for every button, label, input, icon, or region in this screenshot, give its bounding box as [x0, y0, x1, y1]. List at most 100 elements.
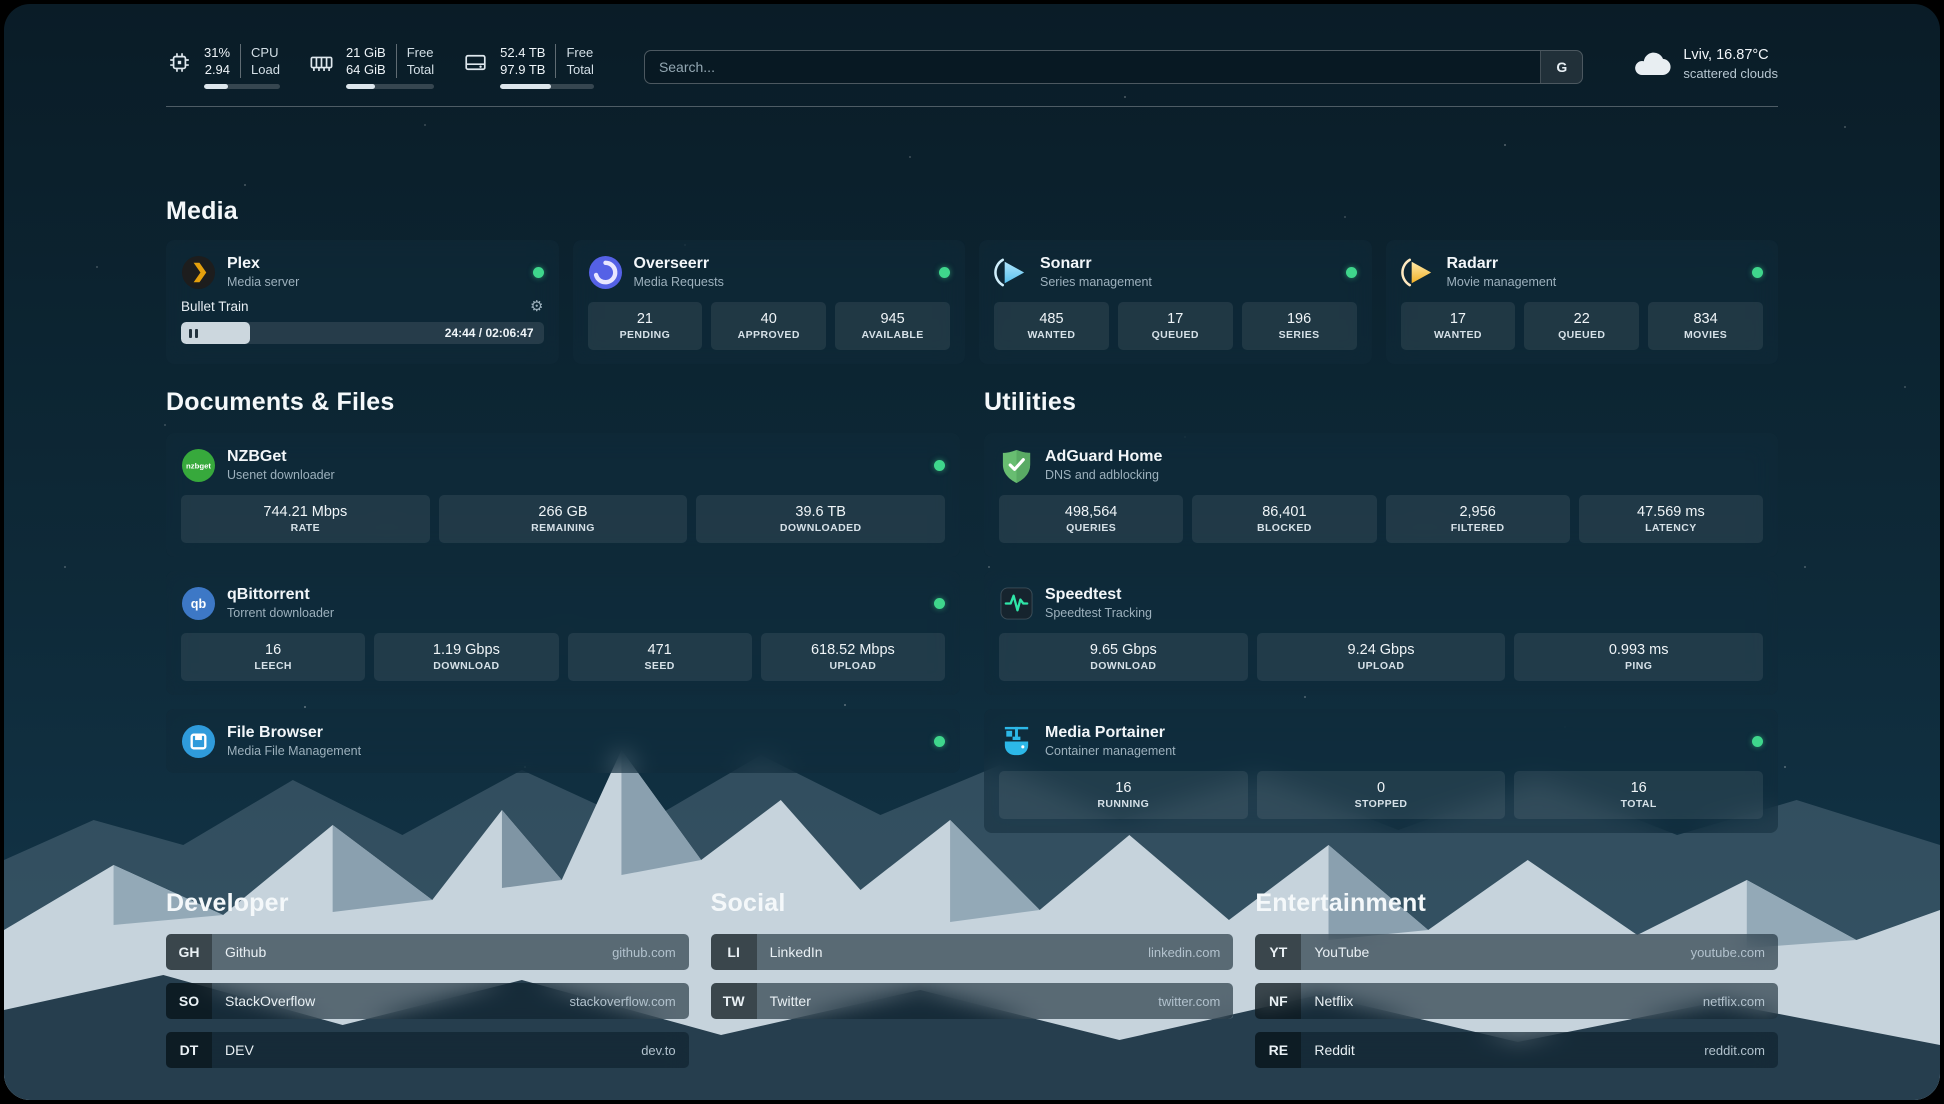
service-name: Speedtest	[1045, 585, 1152, 605]
status-dot	[1752, 736, 1763, 747]
now-playing-title: Bullet Train	[181, 299, 249, 314]
stat-leech: 16 LEECH	[181, 633, 365, 681]
service-card-speedtest[interactable]: Speedtest Speedtest Tracking 9.65 Gbps D…	[984, 571, 1778, 695]
stat-approved: 40 APPROVED	[711, 302, 826, 350]
service-card-radarr[interactable]: Radarr Movie management 17 WANTED 22 QUE…	[1386, 240, 1779, 364]
memory-widget: 21 GiB 64 GiB Free Total	[308, 44, 434, 89]
disk-free-label: Free	[566, 44, 593, 61]
bookmark-twitter[interactable]: TW Twitter twitter.com	[711, 983, 1234, 1019]
disk-total-value: 97.9 TB	[500, 61, 545, 78]
service-card-overseerr[interactable]: Overseerr Media Requests 21 PENDING 40 A…	[573, 240, 966, 364]
stat-series: 196 SERIES	[1242, 302, 1357, 350]
memory-total-value: 64 GiB	[346, 61, 386, 78]
svg-text:nzbget: nzbget	[186, 461, 211, 470]
memory-icon	[308, 49, 335, 76]
playback-time: 24:44 / 02:06:47	[445, 322, 534, 344]
cloud-icon	[1631, 49, 1671, 79]
stat-upload: 9.24 Gbps UPLOAD	[1257, 633, 1506, 681]
topbar: 31% 2.94 CPU Load	[166, 4, 1778, 89]
bookmark-youtube[interactable]: YT YouTube youtube.com	[1255, 934, 1778, 970]
service-card-filebrowser[interactable]: File Browser Media File Management	[166, 709, 960, 773]
cpu-icon	[166, 49, 193, 76]
bookmark-dev[interactable]: DT DEV dev.to	[166, 1032, 689, 1068]
stat-queued: 22 QUEUED	[1524, 302, 1639, 350]
bookmark-name: Netflix	[1314, 993, 1353, 1009]
bookmark-group-entertainment: Entertainment YT YouTube youtube.com NF …	[1255, 889, 1778, 1068]
search-input[interactable]	[645, 59, 1540, 75]
plex-icon	[181, 255, 216, 290]
memory-total-label: Total	[407, 61, 434, 78]
stat-rate: 744.21 Mbps RATE	[181, 495, 430, 543]
bookmark-abbr: YT	[1255, 934, 1301, 970]
service-card-qbittorrent[interactable]: qb qBittorrent Torrent downloader 16 LEE…	[166, 571, 960, 695]
overseerr-icon	[588, 255, 623, 290]
section-title-documents: Documents & Files	[166, 388, 960, 417]
stat-download: 1.19 Gbps DOWNLOAD	[374, 633, 558, 681]
service-name: Overseerr	[634, 254, 724, 274]
section-title-media: Media	[166, 197, 1778, 226]
bookmark-name: YouTube	[1314, 944, 1369, 960]
bookmark-url: twitter.com	[1158, 994, 1220, 1009]
service-description: Media Requests	[634, 274, 724, 290]
stat-total: 16 TOTAL	[1514, 771, 1763, 819]
bookmark-stackoverflow[interactable]: SO StackOverflow stackoverflow.com	[166, 983, 689, 1019]
bookmark-group-social: Social LI LinkedIn linkedin.com TW Twitt…	[711, 889, 1234, 1068]
playback-progress-fill	[181, 322, 250, 344]
status-dot	[939, 267, 950, 278]
search-provider-button[interactable]: G	[1540, 51, 1582, 83]
search-bar[interactable]: G	[644, 50, 1583, 84]
service-name: Media Portainer	[1045, 723, 1176, 743]
status-dot	[934, 460, 945, 471]
service-name: NZBGet	[227, 447, 335, 467]
header-divider	[166, 106, 1778, 107]
service-name: qBittorrent	[227, 585, 334, 605]
memory-progress-track	[346, 84, 434, 89]
disk-progress-track	[500, 84, 594, 89]
service-description: Series management	[1040, 274, 1152, 290]
bookmark-reddit[interactable]: RE Reddit reddit.com	[1255, 1032, 1778, 1068]
service-card-portainer[interactable]: Media Portainer Container management 16 …	[984, 709, 1778, 833]
bookmark-abbr: RE	[1255, 1032, 1301, 1068]
cpu-widget: 31% 2.94 CPU Load	[166, 44, 280, 89]
stat-queued: 17 QUEUED	[1118, 302, 1233, 350]
stat-wanted: 485 WANTED	[994, 302, 1109, 350]
service-description: Speedtest Tracking	[1045, 605, 1152, 621]
bookmark-url: stackoverflow.com	[569, 994, 675, 1009]
documents-column: Documents & Files nzbget NZBGet Usenet d…	[166, 388, 960, 833]
bookmark-abbr: DT	[166, 1032, 212, 1068]
bookmark-github[interactable]: GH Github github.com	[166, 934, 689, 970]
service-description: Usenet downloader	[227, 467, 335, 483]
service-card-sonarr[interactable]: Sonarr Series management 485 WANTED 17 Q…	[979, 240, 1372, 364]
disk-progress-fill	[500, 84, 551, 89]
service-card-nzbget[interactable]: nzbget NZBGet Usenet downloader 744.21 M…	[166, 433, 960, 557]
status-dot	[1346, 267, 1357, 278]
cpu-label: CPU	[251, 44, 278, 61]
bookmark-abbr: NF	[1255, 983, 1301, 1019]
cpu-progress-fill	[204, 84, 228, 89]
bookmark-linkedin[interactable]: LI LinkedIn linkedin.com	[711, 934, 1234, 970]
disk-widget: 52.4 TB 97.9 TB Free Total	[462, 44, 594, 89]
bookmark-abbr: SO	[166, 983, 212, 1019]
stat-wanted: 17 WANTED	[1401, 302, 1516, 350]
service-name: Plex	[227, 254, 299, 274]
gear-icon[interactable]: ⚙	[530, 299, 543, 314]
bookmark-name: Reddit	[1314, 1042, 1354, 1058]
stat-available: 945 AVAILABLE	[835, 302, 950, 350]
adguard-icon	[999, 448, 1034, 483]
bookmark-url: reddit.com	[1704, 1043, 1765, 1058]
bookmark-netflix[interactable]: NF Netflix netflix.com	[1255, 983, 1778, 1019]
bookmark-abbr: GH	[166, 934, 212, 970]
pause-icon[interactable]	[189, 329, 198, 338]
service-card-adguard[interactable]: AdGuard Home DNS and adblocking 498,564 …	[984, 433, 1778, 557]
weather-condition: scattered clouds	[1683, 65, 1778, 82]
service-description: Movie management	[1447, 274, 1557, 290]
bookmark-group-developer: Developer GH Github github.com SO StackO…	[166, 889, 689, 1068]
cpu-percent: 31%	[204, 44, 230, 61]
service-description: Torrent downloader	[227, 605, 334, 621]
memory-free-label: Free	[407, 44, 434, 61]
service-name: Sonarr	[1040, 254, 1152, 274]
service-card-plex[interactable]: Plex Media server Bullet Train ⚙ 24:44 /…	[166, 240, 559, 364]
playback-progress-bar[interactable]: 24:44 / 02:06:47	[181, 322, 544, 344]
service-description: DNS and adblocking	[1045, 467, 1162, 483]
service-description: Media server	[227, 274, 299, 290]
